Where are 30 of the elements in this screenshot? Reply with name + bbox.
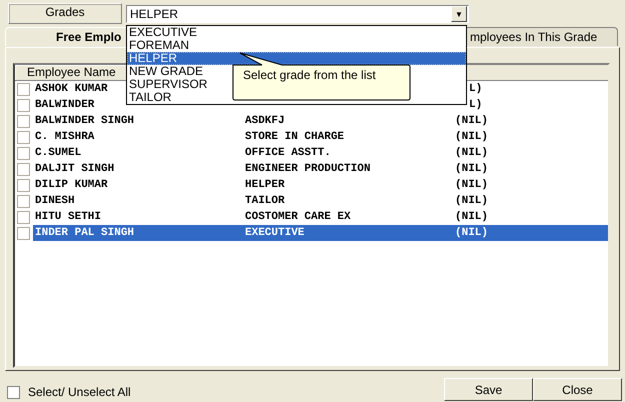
tooltip-text: Select grade from the list [243, 68, 376, 82]
table-cell: EXECUTIVE [245, 227, 304, 239]
table-cell: ASHOK KUMAR [35, 83, 108, 95]
table-cell: HITU SETHI [35, 211, 102, 223]
table-cell: DINESH [35, 195, 75, 207]
table-cell: C. MISHRA [35, 131, 94, 143]
grades-label: Grades [8, 3, 122, 24]
table-cell: OFFICE ASSTT. [245, 147, 331, 159]
table-cell: STORE IN CHARGE [245, 131, 344, 143]
table-cell: L) [469, 99, 482, 111]
table-cell: BALWINDER [35, 99, 94, 111]
table-cell: (NIL) [455, 227, 488, 239]
table-cell: ENGINEER PRODUCTION [245, 163, 370, 175]
table-cell: L) [469, 83, 482, 95]
table-cell: (NIL) [455, 179, 488, 191]
table-cell: TAILOR [245, 195, 285, 207]
table-cell: (NIL) [455, 131, 488, 143]
table-cell: INDER PAL SINGH [35, 227, 134, 239]
table-cell: (NIL) [455, 163, 488, 175]
table-cell: (NIL) [455, 195, 488, 207]
table-cell: BALWINDER SINGH [35, 115, 134, 127]
table-cell: DALJIT SINGH [35, 163, 114, 175]
table-cell: (NIL) [455, 211, 488, 223]
table-cell: DILIP KUMAR [35, 179, 108, 191]
table-cell: (NIL) [455, 115, 488, 127]
table-cell: ASDKFJ [245, 115, 285, 127]
table-cell: (NIL) [455, 147, 488, 159]
table-cell: COSTOMER CARE EX [245, 211, 351, 223]
table-cell: HELPER [245, 179, 285, 191]
table-cell: C.SUMEL [35, 147, 82, 159]
